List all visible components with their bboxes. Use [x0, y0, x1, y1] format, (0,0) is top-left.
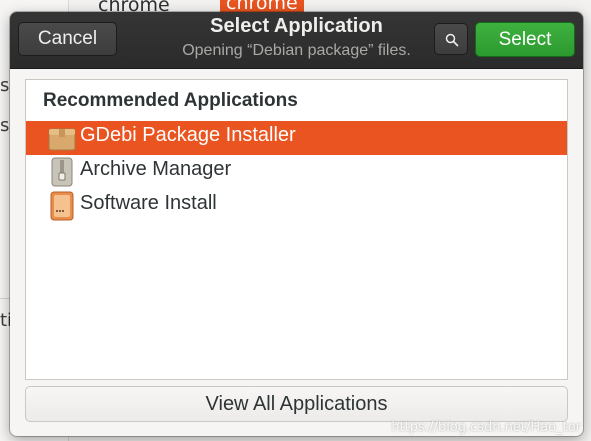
archive-icon — [51, 157, 73, 187]
list-item-archive-manager[interactable]: Archive Manager — [26, 155, 567, 189]
list-item-gdebi[interactable]: GDebi Package Installer — [26, 121, 567, 155]
watermark-text: https://blog.csdn.net/Hao_tor — [391, 420, 581, 435]
search-icon — [445, 33, 459, 47]
cancel-button[interactable]: Cancel — [18, 22, 117, 56]
app-label: GDebi Package Installer — [80, 124, 296, 146]
dialog-title: Select Application — [210, 15, 383, 37]
app-label: Software Install — [80, 192, 217, 214]
select-application-dialog: Cancel Select Application Opening “Debia… — [10, 12, 583, 436]
search-button[interactable] — [434, 23, 468, 55]
background-fragment: s — [0, 75, 10, 96]
software-install-icon — [50, 191, 74, 221]
application-list: Recommended Applications GDebi Package I… — [25, 79, 568, 380]
app-label: Archive Manager — [80, 158, 232, 180]
select-button[interactable]: Select — [475, 22, 575, 57]
background-fragment: s — [0, 115, 10, 136]
view-all-applications-button[interactable]: View All Applications — [25, 386, 568, 422]
list-item-software-install[interactable]: Software Install — [26, 189, 567, 223]
package-icon — [48, 128, 76, 151]
dialog-subtitle: Opening “Debian package” files. — [182, 42, 411, 59]
header-bar: Cancel Select Application Opening “Debia… — [10, 12, 583, 69]
section-title: Recommended Applications — [43, 90, 298, 111]
